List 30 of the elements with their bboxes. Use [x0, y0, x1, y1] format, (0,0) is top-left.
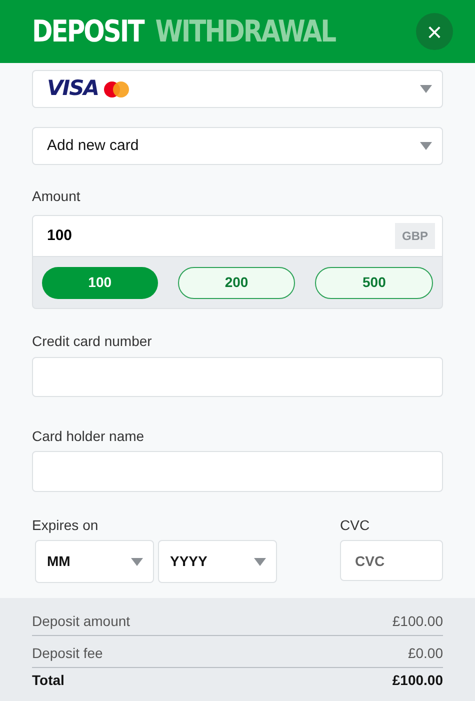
visa-logo: VISA	[47, 75, 98, 102]
amount-preset-button[interactable]: 200	[178, 266, 296, 298]
card-select[interactable]: Add new card	[32, 127, 443, 165]
amount-preset-button[interactable]: 500	[315, 266, 434, 298]
caret-icon	[420, 142, 432, 150]
summary-value: £100.00	[392, 612, 443, 631]
expiry-select[interactable]: MM	[35, 540, 154, 583]
tab[interactable]: DEPOSIT	[32, 9, 144, 54]
field-label: Expires on	[32, 516, 100, 532]
summary-value: £100.00	[392, 671, 443, 690]
card-type-select[interactable]: VISA	[32, 70, 443, 108]
field-label: Credit card number	[32, 332, 153, 348]
field-label: CVC	[340, 516, 371, 532]
summary-value: £0.00	[408, 644, 443, 663]
cvc-field[interactable]: CVC	[340, 540, 443, 581]
caret-icon	[420, 85, 432, 93]
card-number-field[interactable]	[32, 357, 443, 397]
amount-preset-button[interactable]: 100	[42, 266, 158, 298]
field-label: Amount	[32, 187, 82, 203]
expiry-select[interactable]: YYYY	[158, 540, 277, 583]
summary-label: Deposit fee	[32, 644, 103, 663]
amount-field[interactable]: 100 GBP	[33, 216, 442, 256]
caret-icon	[131, 558, 143, 566]
close-button[interactable]: ×	[416, 13, 453, 50]
field-label: Card holder name	[32, 427, 146, 443]
caret-icon	[254, 558, 266, 566]
currency-label: GBP	[394, 223, 435, 249]
holder-name-field[interactable]	[32, 451, 443, 492]
summary-label: Deposit amount	[32, 612, 130, 631]
summary-label: Total	[32, 671, 64, 690]
